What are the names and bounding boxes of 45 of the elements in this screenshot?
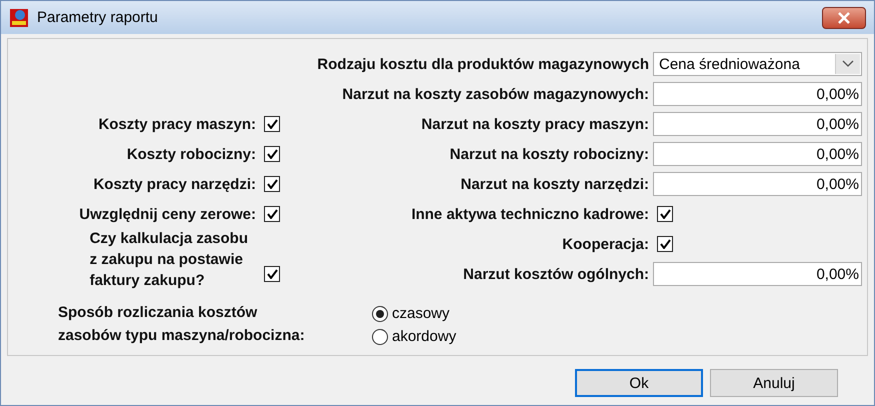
checkbox-label: Kooperacja:	[561, 236, 650, 252]
chevron-down-icon	[842, 60, 854, 68]
radio-label: akordowy	[392, 328, 456, 345]
checkbox[interactable]	[264, 176, 280, 192]
check-icon	[660, 209, 670, 219]
checkbox[interactable]	[657, 206, 673, 222]
checkbox[interactable]	[264, 116, 280, 132]
app-logo-icon	[9, 8, 29, 28]
input-field[interactable]: 0,00%	[653, 262, 862, 286]
checkbox[interactable]	[264, 266, 280, 282]
radio-label: czasowy	[392, 305, 450, 322]
radio-button[interactable]	[372, 306, 388, 322]
close-icon	[837, 12, 851, 24]
close-button[interactable]	[822, 6, 866, 28]
checkbox-label: Uwzględnij ceny zerowe:	[78, 206, 257, 222]
check-icon	[266, 269, 278, 279]
input-field[interactable]: 0,00%	[653, 172, 862, 196]
check-icon	[266, 149, 278, 159]
field-label: Narzut na koszty pracy maszyn:	[420, 116, 650, 132]
cancel-button[interactable]: Anuluj	[710, 369, 838, 397]
checkbox[interactable]	[657, 236, 673, 252]
field-label: Rodzaju kosztu dla produktów magazynowych	[316, 56, 650, 72]
field-label: Narzut na koszty narzędzi:	[460, 176, 650, 192]
check-icon	[660, 239, 670, 249]
cost-type-dropdown[interactable]: Cena średnioważona	[653, 52, 862, 76]
radio-button[interactable]	[372, 328, 388, 344]
checkbox-label: Koszty pracy narzędzi:	[92, 176, 257, 192]
checkbox[interactable]	[264, 206, 280, 222]
check-icon	[266, 209, 278, 219]
checkbox[interactable]	[264, 146, 280, 162]
checkbox-label: Koszty robocizny:	[126, 146, 257, 162]
input-field[interactable]: 0,00%	[653, 82, 862, 106]
settlement-label: Sposób rozliczania kosztów zasobów typu maszyna/robocizna:	[58, 303, 306, 346]
field-label: Narzut na koszty robocizny:	[448, 146, 650, 162]
field-label: Narzut kosztów ogólnych:	[462, 266, 650, 282]
ok-button[interactable]: Ok	[575, 369, 703, 397]
window-title: Parametry raportu	[37, 9, 159, 26]
field-label: Narzut na koszty zasobów magazynowych:	[341, 86, 650, 102]
check-icon	[266, 179, 278, 189]
check-icon	[266, 119, 278, 129]
checkbox-label: Koszty pracy maszyn:	[97, 116, 257, 132]
checkbox-label: Inne aktywa techniczno kadrowe:	[410, 206, 650, 222]
input-field[interactable]: 0,00%	[653, 112, 862, 136]
checkbox-label: Czy kalkulacja zasobu z zakupu na postawie faktury zakupu?	[90, 228, 248, 290]
input-field[interactable]: 0,00%	[653, 142, 862, 166]
